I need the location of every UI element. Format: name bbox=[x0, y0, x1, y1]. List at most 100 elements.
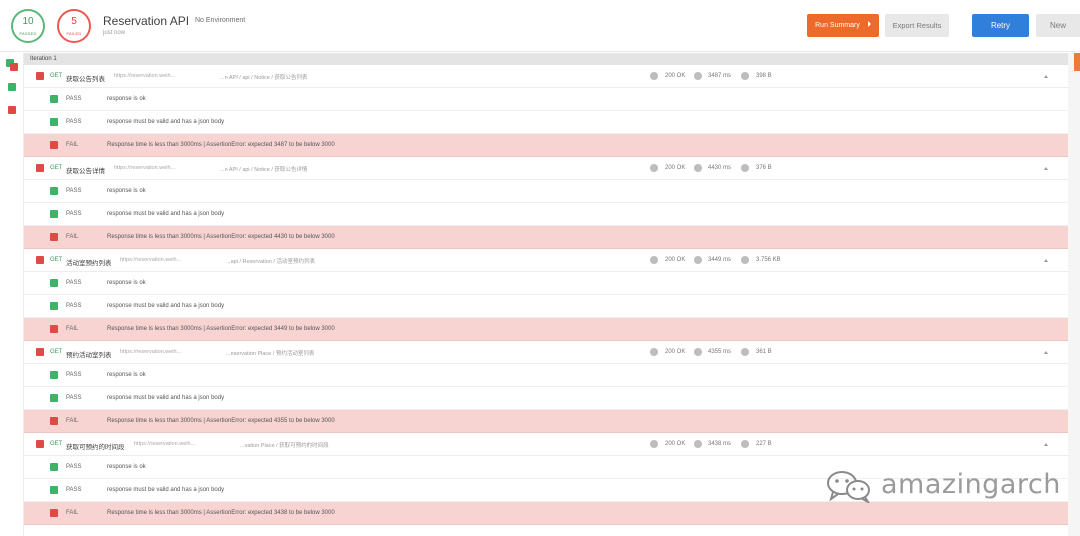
test-status: PASS bbox=[66, 487, 82, 493]
results-list: Iteration 1 GET 获取公告列表 https://reservation… bbox=[24, 53, 1068, 536]
failed-count: 5 bbox=[71, 16, 77, 27]
collapse-chevron-icon[interactable] bbox=[1044, 167, 1048, 170]
response-status: 200 OK bbox=[665, 73, 686, 79]
collapse-chevron-icon[interactable] bbox=[1044, 75, 1048, 78]
request-name: 获取公告详情 bbox=[66, 167, 105, 175]
size-dot-icon bbox=[741, 72, 749, 80]
export-results-button[interactable]: Export Results bbox=[885, 14, 949, 37]
collapse-chevron-icon[interactable] bbox=[1044, 443, 1048, 446]
pass-status-icon bbox=[50, 187, 58, 195]
watermark-text: amazingarch bbox=[881, 469, 1061, 500]
time-dot-icon bbox=[694, 440, 702, 448]
time-dot-icon bbox=[694, 348, 702, 356]
environment-label: No Environment bbox=[195, 17, 246, 24]
test-status: FAIL bbox=[66, 326, 79, 332]
request-path: ...n API / api / Notice / 获取公告详情 bbox=[220, 167, 308, 173]
rail-status-icon-pass[interactable] bbox=[8, 83, 16, 91]
request-row[interactable]: GET 活动室预约列表 https://reservation.weih......… bbox=[24, 249, 1068, 272]
rail-status-icon-fail[interactable] bbox=[8, 106, 16, 114]
fail-status-icon bbox=[36, 72, 44, 80]
rail-status-icon-fail[interactable] bbox=[10, 63, 18, 71]
fail-status-icon bbox=[36, 440, 44, 448]
test-result-row: PASS response is ok bbox=[24, 364, 1068, 387]
test-status: PASS bbox=[66, 119, 82, 125]
request-row[interactable]: GET 获取公告详情 https://reservation.weih... ...n… bbox=[24, 157, 1068, 180]
collapse-chevron-icon[interactable] bbox=[1044, 259, 1048, 262]
pass-status-icon bbox=[50, 486, 58, 494]
test-status: PASS bbox=[66, 188, 82, 194]
test-description: response must be valid and has a json bo… bbox=[107, 487, 225, 493]
time-dot-icon bbox=[694, 164, 702, 172]
test-result-row: FAIL Response time is less than 3000ms | … bbox=[24, 318, 1068, 341]
test-status: PASS bbox=[66, 395, 82, 401]
test-status: FAIL bbox=[66, 142, 79, 148]
response-time: 4355 ms bbox=[708, 349, 732, 355]
wechat-icon bbox=[827, 471, 870, 503]
test-result-row: PASS response must be valid and has a jso… bbox=[24, 111, 1068, 134]
new-button[interactable]: New bbox=[1036, 14, 1080, 37]
retry-button[interactable]: Retry bbox=[972, 14, 1029, 37]
test-result-row: PASS response must be valid and has a jso… bbox=[24, 203, 1068, 226]
status-dot-icon bbox=[650, 256, 658, 264]
request-row[interactable]: GET 获取可预约的时间段 https://reservation.weih....… bbox=[24, 433, 1068, 456]
collapse-chevron-icon[interactable] bbox=[1044, 351, 1048, 354]
test-description: response is ok bbox=[107, 372, 146, 378]
response-size: 376 B bbox=[756, 165, 772, 171]
test-result-row: PASS response is ok bbox=[24, 272, 1068, 295]
test-result-row: FAIL Response time is less than 3000ms | … bbox=[24, 134, 1068, 157]
status-dot-icon bbox=[650, 72, 658, 80]
iteration-rail bbox=[0, 53, 24, 536]
test-status: PASS bbox=[66, 372, 82, 378]
request-url: https://reservation.weih... bbox=[114, 73, 176, 79]
test-description: Response time is less than 3000ms | Asse… bbox=[107, 418, 335, 424]
fail-status-icon bbox=[50, 233, 58, 241]
test-description: Response time is less than 3000ms | Asse… bbox=[107, 142, 335, 148]
pass-status-icon bbox=[50, 210, 58, 218]
pass-status-icon bbox=[50, 463, 58, 471]
request-row[interactable]: GET 预约活动室列表 https://reservation.weih......… bbox=[24, 341, 1068, 364]
response-size: 3.756 KB bbox=[756, 257, 781, 263]
request-name: 预约活动室列表 bbox=[66, 351, 112, 359]
test-status: FAIL bbox=[66, 234, 79, 240]
pass-status-icon bbox=[50, 118, 58, 126]
passed-count-badge: 10 PASSED bbox=[11, 9, 45, 43]
watermark: amazingarch bbox=[825, 467, 1060, 507]
run-time-label: just now bbox=[103, 30, 126, 36]
test-result-row: PASS response is ok bbox=[24, 88, 1068, 111]
test-description: response must be valid and has a json bo… bbox=[107, 303, 225, 309]
scrollbar-track[interactable] bbox=[1068, 53, 1080, 536]
test-description: response must be valid and has a json bo… bbox=[107, 395, 225, 401]
request-name: 活动室预约列表 bbox=[66, 259, 112, 267]
request-path: ...n API / api / Notice / 获取公告列表 bbox=[220, 75, 308, 81]
request-path: ...vation Place / 获取可预约的时间段 bbox=[240, 443, 329, 449]
request-url: https://reservation.weih... bbox=[120, 257, 182, 263]
run-summary-label: Run Summary bbox=[815, 22, 860, 29]
caret-right-icon bbox=[867, 21, 871, 27]
test-status: FAIL bbox=[66, 418, 79, 424]
response-status: 200 OK bbox=[665, 257, 686, 263]
test-status: PASS bbox=[66, 464, 82, 470]
test-result-row: FAIL Response time is less than 3000ms | … bbox=[24, 410, 1068, 433]
pass-status-icon bbox=[50, 302, 58, 310]
fail-status-icon bbox=[50, 509, 58, 517]
response-time: 4430 ms bbox=[708, 165, 732, 171]
response-time: 3487 ms bbox=[708, 73, 732, 79]
test-result-row: PASS response must be valid and has a jso… bbox=[24, 387, 1068, 410]
request-url: https://reservation.weih... bbox=[120, 349, 182, 355]
pass-status-icon bbox=[50, 279, 58, 287]
run-summary-button[interactable]: Run Summary bbox=[807, 14, 879, 37]
test-status: PASS bbox=[66, 96, 82, 102]
test-status: FAIL bbox=[66, 510, 79, 516]
scrollbar-thumb[interactable] bbox=[1074, 53, 1080, 71]
test-description: Response time is less than 3000ms | Asse… bbox=[107, 326, 335, 332]
fail-status-icon bbox=[50, 325, 58, 333]
fail-status-icon bbox=[50, 141, 58, 149]
pass-status-icon bbox=[50, 394, 58, 402]
fail-status-icon bbox=[36, 256, 44, 264]
status-dot-icon bbox=[650, 348, 658, 356]
test-status: PASS bbox=[66, 211, 82, 217]
test-description: Response time is less than 3000ms | Asse… bbox=[107, 234, 335, 240]
request-row[interactable]: GET 获取公告列表 https://reservation.weih... ...n… bbox=[24, 65, 1068, 88]
test-status: PASS bbox=[66, 303, 82, 309]
pass-status-icon bbox=[50, 95, 58, 103]
